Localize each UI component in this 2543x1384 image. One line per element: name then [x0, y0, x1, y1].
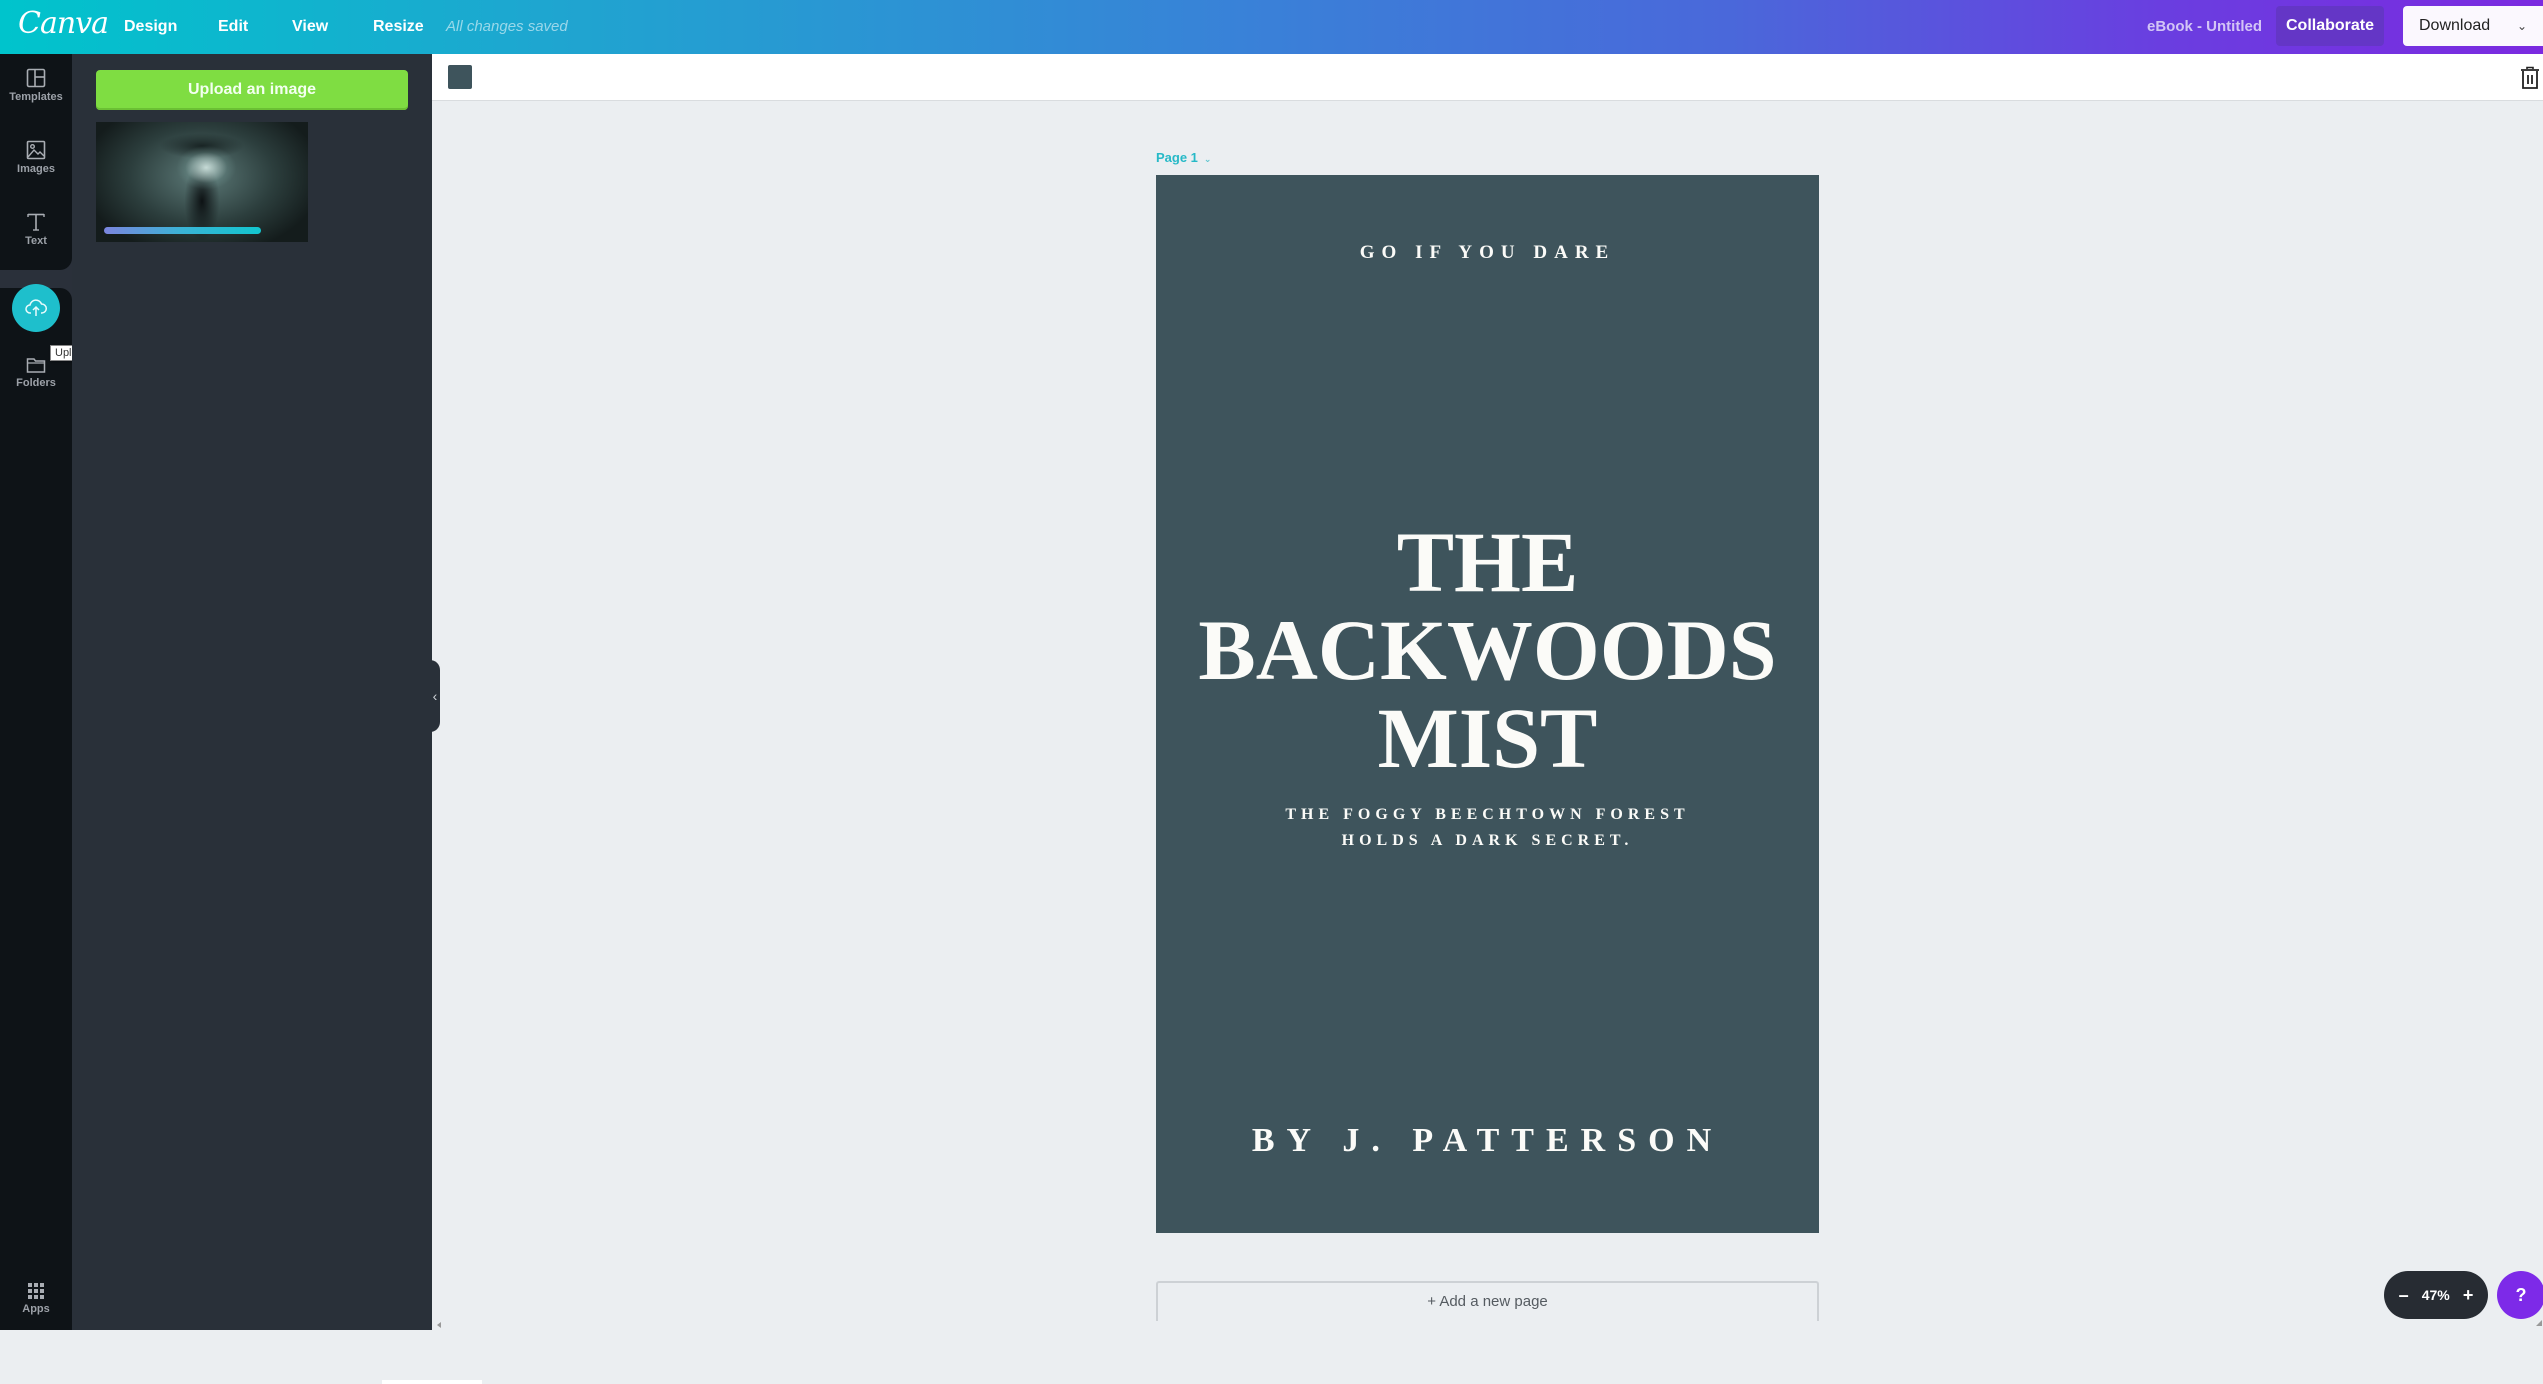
- background-color-swatch[interactable]: [448, 65, 472, 89]
- upload-progress-bar: [104, 227, 261, 234]
- rail-item-images[interactable]: Images: [0, 140, 72, 212]
- document-title[interactable]: eBook - Untitled: [2147, 0, 2262, 54]
- cover-title[interactable]: THE BACKWOODS MIST: [1156, 518, 1819, 782]
- templates-icon: [26, 68, 46, 88]
- download-label: Download: [2419, 17, 2491, 34]
- uploaded-image-thumbnail[interactable]: [96, 122, 308, 242]
- menu-view[interactable]: View: [292, 0, 328, 54]
- resize-grip[interactable]: [2536, 1320, 2542, 1326]
- cloud-upload-icon: [25, 299, 47, 316]
- rail-label-text: Text: [25, 235, 47, 247]
- zoom-in-button[interactable]: +: [2463, 1285, 2474, 1306]
- rail-item-uploads[interactable]: [12, 284, 60, 332]
- rail-item-text[interactable]: Text: [0, 212, 72, 284]
- help-button[interactable]: ?: [2497, 1271, 2543, 1319]
- text-icon: [27, 213, 45, 231]
- folder-icon: [26, 358, 46, 373]
- cover-subtitle[interactable]: THE FOGGY BEECHTOWN FOREST HOLDS A DARK …: [1156, 802, 1819, 854]
- add-new-page-button[interactable]: + Add a new page: [1156, 1281, 1819, 1321]
- menu-edit[interactable]: Edit: [218, 0, 248, 54]
- scroll-left-arrow[interactable]: [437, 1322, 441, 1328]
- upload-image-button[interactable]: Upload an image: [96, 70, 408, 110]
- cover-title-line: BACKWOODS: [1198, 602, 1777, 698]
- chevron-left-icon: ‹: [432, 688, 438, 704]
- chevron-down-icon: ⌄: [2517, 19, 2528, 33]
- zoom-control: – 47% +: [2384, 1271, 2488, 1319]
- image-icon: [26, 140, 46, 160]
- rail-label-images: Images: [17, 163, 55, 175]
- download-button[interactable]: Download ⌄: [2403, 6, 2543, 46]
- apps-grid-icon: [28, 1283, 44, 1299]
- ebook-cover-page[interactable]: GO IF YOU DARE THE BACKWOODS MIST THE FO…: [1156, 175, 1819, 1233]
- rail-label-templates: Templates: [9, 91, 63, 103]
- panel-scrollbar[interactable]: [382, 1380, 482, 1384]
- zoom-level[interactable]: 47%: [2422, 1287, 2450, 1303]
- top-bar: Canva Design Edit View Resize All change…: [0, 0, 2543, 54]
- rail-item-apps[interactable]: Apps: [0, 1282, 72, 1354]
- left-nav-rail: Templates Images Text Folders Apps: [0, 54, 72, 1330]
- rail-label-apps: Apps: [22, 1303, 50, 1315]
- cover-title-line: MIST: [1377, 690, 1598, 786]
- menu-design[interactable]: Design: [124, 0, 177, 54]
- rail-item-templates[interactable]: Templates: [0, 68, 72, 140]
- collapse-panel-handle[interactable]: ‹: [430, 660, 440, 732]
- cover-tagline[interactable]: GO IF YOU DARE: [1156, 242, 1819, 264]
- cover-author[interactable]: BY J. PATTERSON: [1156, 1122, 1819, 1160]
- rail-label-folders: Folders: [16, 377, 56, 389]
- save-status: All changes saved: [446, 18, 568, 35]
- cover-subtitle-line: HOLDS A DARK SECRET.: [1341, 832, 1634, 849]
- canva-logo[interactable]: Canva: [18, 6, 109, 41]
- trash-icon[interactable]: [2519, 66, 2541, 90]
- chevron-down-icon: ⌄: [1203, 154, 1212, 164]
- cover-subtitle-line: THE FOGGY BEECHTOWN FOREST: [1285, 806, 1690, 823]
- editor-toolbar: [432, 54, 2543, 101]
- zoom-out-button[interactable]: –: [2399, 1285, 2409, 1306]
- collaborate-button[interactable]: Collaborate: [2276, 6, 2384, 46]
- uploads-panel: Upload an image: [72, 54, 482, 1384]
- menu-resize[interactable]: Resize: [373, 0, 424, 54]
- page-label[interactable]: Page 1 ⌄: [1156, 150, 1211, 165]
- rail-item-folders[interactable]: Folders: [0, 356, 72, 428]
- cover-title-line: THE: [1396, 514, 1579, 610]
